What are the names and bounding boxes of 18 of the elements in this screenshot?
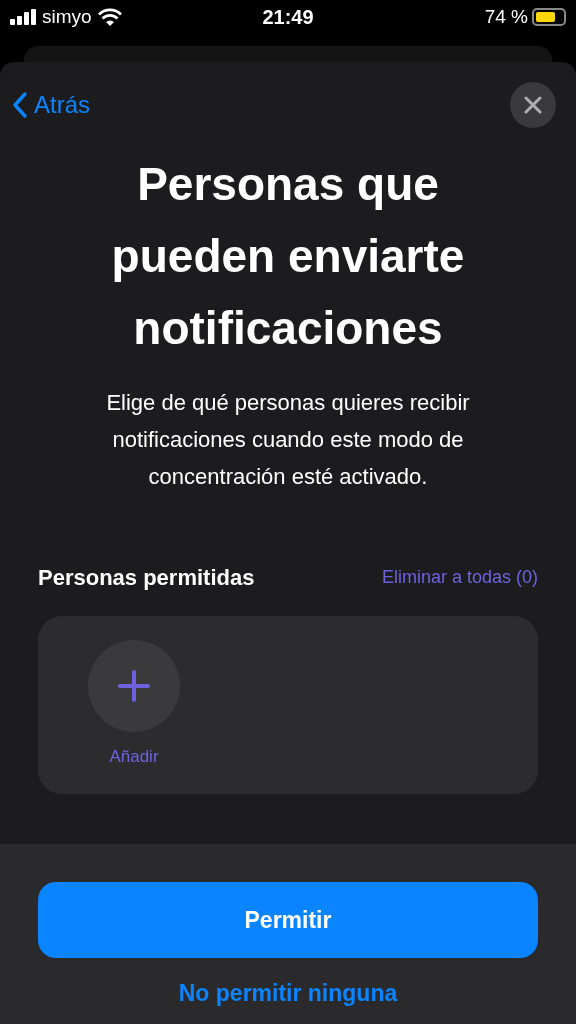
page-title: Personas que pueden enviarte notificaciones	[110, 157, 466, 356]
back-button[interactable]: Atrás	[12, 87, 90, 123]
deny-all-link[interactable]: No permitir ninguna	[178, 976, 398, 1011]
close-icon	[524, 96, 542, 114]
allow-button[interactable]: Permitir	[38, 882, 538, 958]
back-chevron-icon	[12, 91, 28, 119]
remove-all-link[interactable]: Eliminar a todas (0)	[381, 564, 538, 591]
section-title: Personas permitidas	[38, 564, 255, 592]
signal-icon	[10, 9, 36, 25]
clock-time: 21:49	[261, 5, 315, 30]
plus-icon	[118, 670, 150, 702]
close-button[interactable]	[510, 82, 556, 128]
battery-percentage: 74 %	[484, 4, 528, 29]
wifi-icon	[97, 8, 122, 26]
carrier-name: simyo	[42, 4, 92, 29]
description-text: Elige de qué personas quieres recibir notificaciones cuando este modo de concentración esté activado.	[105, 389, 471, 491]
add-label: Añadir	[108, 746, 160, 768]
battery-icon	[532, 8, 566, 26]
